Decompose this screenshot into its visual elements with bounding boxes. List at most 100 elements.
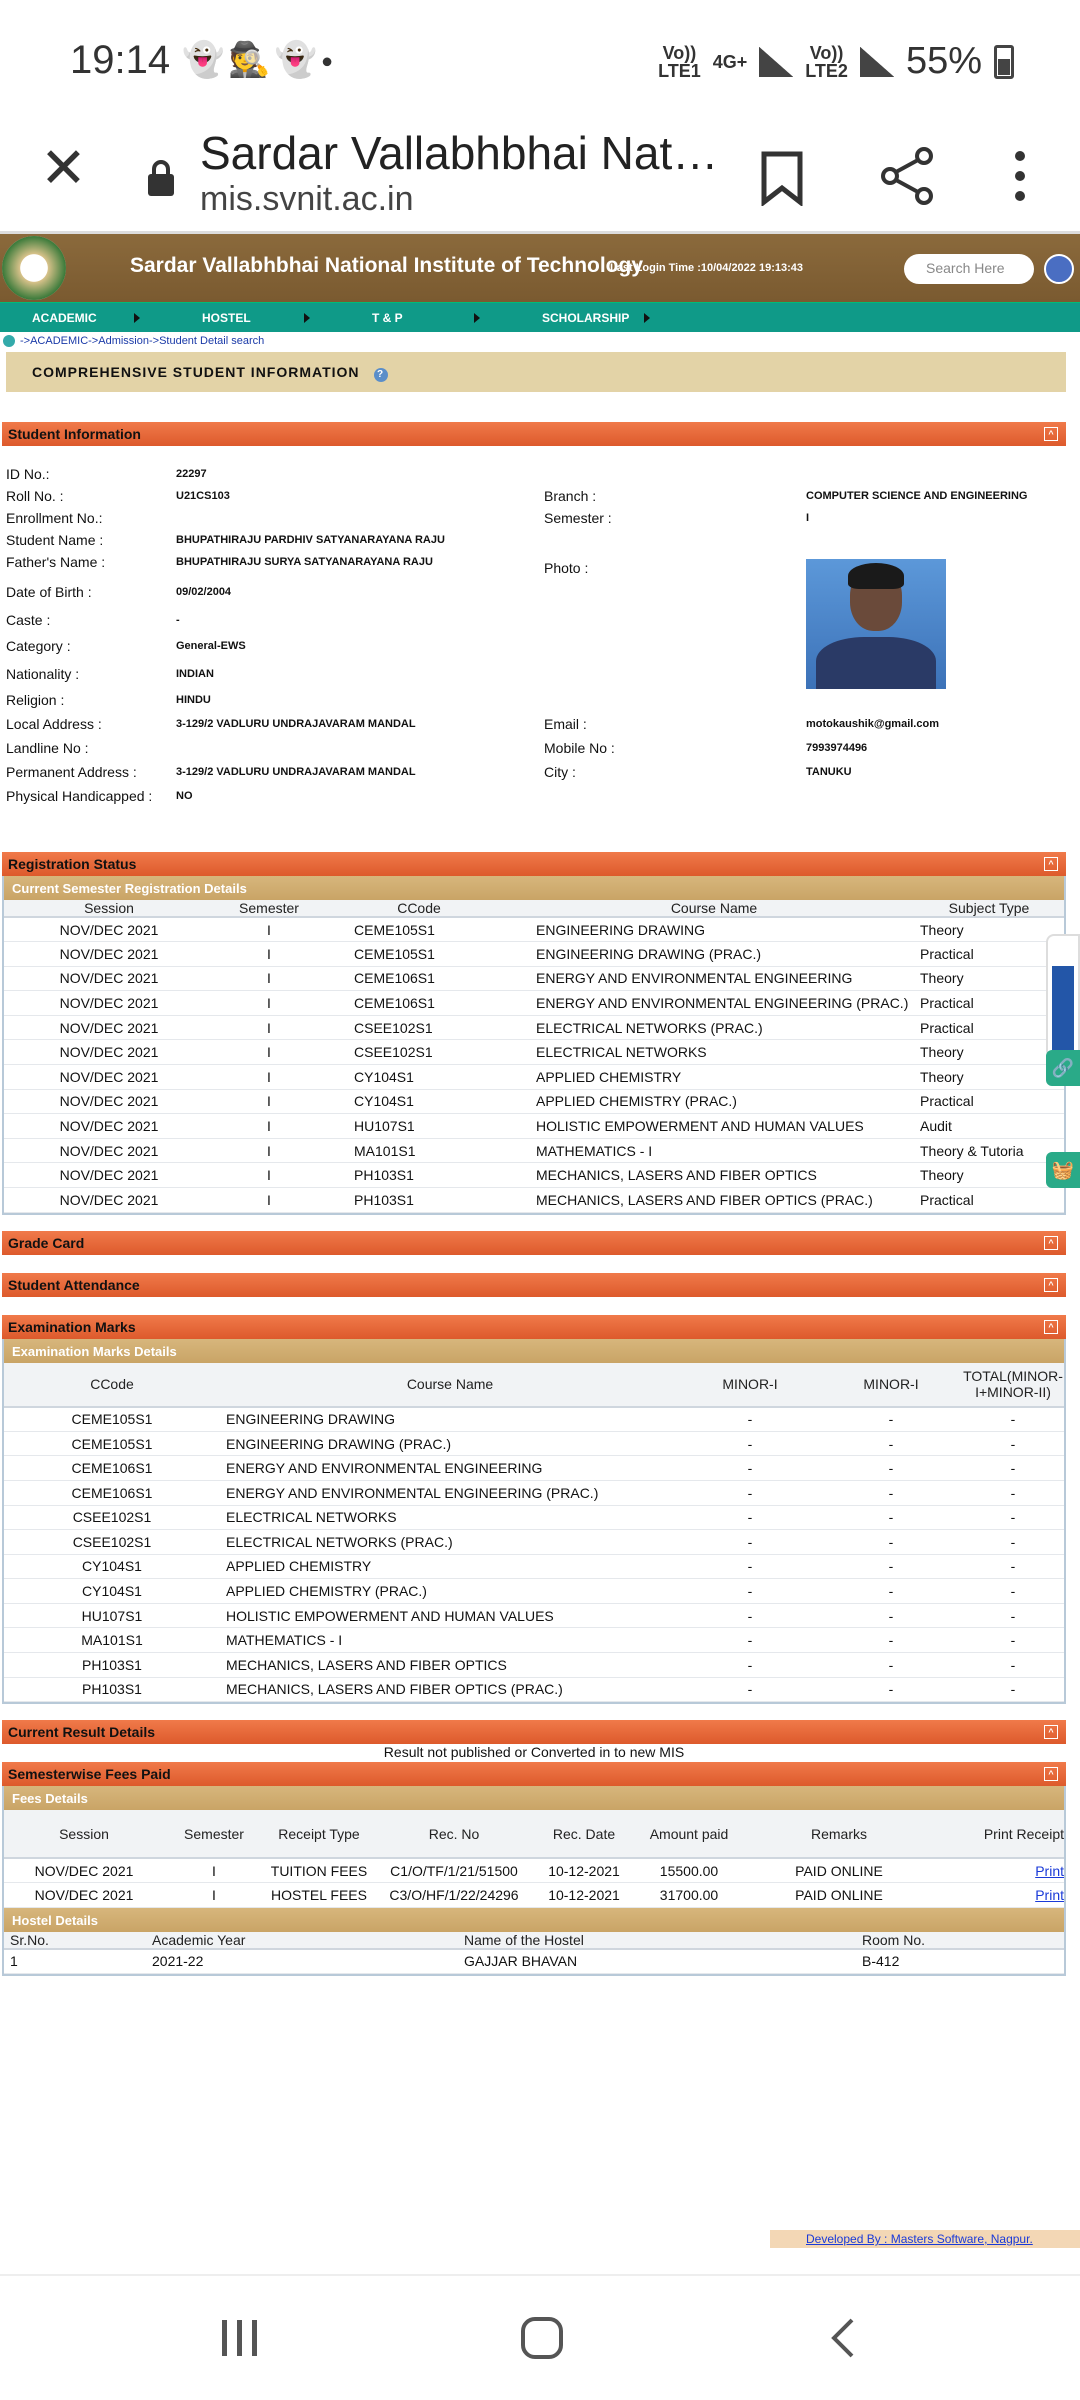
registration-row-cell: I: [214, 1187, 324, 1213]
section-current-result[interactable]: Current Result Details ^: [2, 1720, 1066, 1745]
section-examination-marks[interactable]: Examination Marks ^: [2, 1314, 1066, 1339]
exam-row-cell: -: [962, 1652, 1064, 1678]
breadcrumb-text[interactable]: ->ACADEMIC->Admission->Student Detail se…: [20, 335, 264, 347]
back-icon[interactable]: [828, 2316, 858, 2360]
fees-row-cell: NOV/DEC 2021: [4, 1882, 164, 1908]
fees-panel: Fees Details Session Semester Receipt Ty…: [2, 1786, 1066, 1977]
exam-row: CY104S1 APPLIED CHEMISTRY (PRAC.) - - -: [4, 1578, 1064, 1604]
exam-row: CSEE102S1 ELECTRICAL NETWORKS (PRAC.) - - -: [4, 1529, 1064, 1555]
side-banner[interactable]: [1046, 934, 1080, 1058]
section-student-information[interactable]: Student Information ^: [2, 422, 1066, 446]
link-icon[interactable]: 🔗: [1046, 1050, 1080, 1086]
section-title: Examination Marks: [8, 1318, 136, 1335]
collapse-icon[interactable]: ^: [1044, 1725, 1058, 1740]
url-text[interactable]: mis.svnit.ac.in: [200, 180, 414, 219]
section-fees-paid[interactable]: Semesterwise Fees Paid ^: [2, 1762, 1066, 1787]
registration-row-cell: I: [214, 1064, 324, 1090]
nav-scholarship[interactable]: SCHOLARSHIP: [510, 311, 680, 325]
home-icon[interactable]: [3, 335, 15, 347]
exam-row: HU107S1 HOLISTIC EMPOWERMENT AND HUMAN VA…: [4, 1603, 1064, 1629]
nav-hostel[interactable]: HOSTEL: [170, 311, 340, 325]
exam-row-cell: -: [680, 1505, 820, 1531]
fees-table: Session Semester Receipt Type Rec. No Re…: [4, 1810, 1064, 1908]
collapse-icon[interactable]: ^: [1044, 427, 1058, 441]
collapse-icon[interactable]: ^: [1044, 1767, 1058, 1782]
exam-row-cell: -: [680, 1652, 820, 1678]
browser-toolbar: ✕ Sardar Vallabhbhai Nat… mis.svnit.ac.i…: [0, 122, 1080, 234]
main-nav: ACADEMIC HOSTEL T & P SCHOLARSHIP: [0, 302, 1080, 332]
registration-row-cell: HU107S1: [324, 1113, 514, 1139]
collapse-icon[interactable]: ^: [1044, 1277, 1058, 1292]
status-bar: 19:14 👻🕵👻● Vo)) LTE1 4G+ Vo)) LTE2 55%: [0, 0, 1080, 122]
help-icon[interactable]: ?: [373, 368, 388, 382]
dot-icon: ●: [321, 50, 338, 73]
registration-row-cell: ENERGY AND ENVIRONMENTAL ENGINEERING: [514, 966, 914, 992]
exam-row-cell: -: [820, 1480, 962, 1506]
hostel-row: 1 2021-22 GAJJAR BHAVAN B-412: [4, 1948, 1064, 1975]
home-icon[interactable]: [520, 2316, 564, 2360]
registration-row-cell: CEME105S1: [324, 917, 514, 943]
registration-row-cell: MECHANICS, LASERS AND FIBER OPTICS: [514, 1162, 914, 1189]
close-icon[interactable]: ✕: [40, 140, 87, 196]
label-mobile: Mobile No :: [544, 740, 615, 756]
page-title-bar[interactable]: Sardar Vallabhbhai Nat…: [200, 126, 718, 180]
basket-icon[interactable]: 🧺: [1046, 1152, 1080, 1188]
col-course-name: Course Name: [514, 900, 914, 918]
exam-row-cell: CY104S1: [4, 1578, 220, 1604]
footer-credit[interactable]: Developed By : Masters Software, Nagpur.: [770, 2230, 1080, 2248]
exam-row-cell: -: [820, 1578, 962, 1604]
fees-row: NOV/DEC 2021 I HOSTEL FEES C3/O/HF/1/22/242…: [4, 1882, 1064, 1908]
collapse-icon[interactable]: ^: [1044, 857, 1058, 871]
registration-row-cell: APPLIED CHEMISTRY (PRAC.): [514, 1089, 914, 1115]
registration-panel: Current Semester Registration Details Se…: [2, 876, 1066, 1215]
registration-row: NOV/DEC 2021 I PH103S1 MECHANICS, LASERS AN…: [4, 1162, 1064, 1189]
section-grade-card[interactable]: Grade Card ^: [2, 1230, 1066, 1255]
col-academic-year: Academic Year: [144, 1931, 456, 1950]
col-semester: Semester: [214, 900, 324, 918]
registration-row-cell: NOV/DEC 2021: [4, 1064, 214, 1090]
value-branch: COMPUTER SCIENCE AND ENGINEERING: [806, 490, 1028, 502]
col-rec-no: Rec. No: [374, 1810, 534, 1860]
section-registration-status[interactable]: Registration Status ^: [2, 852, 1066, 876]
value-email: motokaushik@gmail.com: [806, 718, 939, 730]
fees-row-cell: NOV/DEC 2021: [4, 1858, 164, 1884]
registration-row-cell: PH103S1: [324, 1162, 514, 1189]
registration-row-cell: Theory: [914, 966, 1064, 992]
registration-row: NOV/DEC 2021 I MA101S1 MATHEMATICS - I Theor…: [4, 1138, 1064, 1164]
nav-tp[interactable]: T & P: [340, 311, 510, 325]
collapse-icon[interactable]: ^: [1044, 1319, 1058, 1334]
exam-row-cell: -: [962, 1578, 1064, 1604]
col-session: Session: [4, 1810, 164, 1860]
exam-table: CCode Course Name MINOR-I MINOR-I TOTAL(…: [4, 1362, 1064, 1703]
exam-row-cell: CSEE102S1: [4, 1505, 220, 1531]
registration-row-cell: NOV/DEC 2021: [4, 966, 214, 992]
col-sr-no: Sr.No.: [4, 1931, 144, 1950]
registration-row-cell: MATHEMATICS - I: [514, 1138, 914, 1164]
section-student-attendance[interactable]: Student Attendance ^: [2, 1272, 1066, 1297]
signal-icon: [859, 46, 894, 77]
recent-apps-icon[interactable]: [218, 2318, 262, 2358]
exam-row-cell: ENGINEERING DRAWING (PRAC.): [220, 1431, 680, 1457]
collapse-icon[interactable]: ^: [1044, 1235, 1058, 1250]
registration-row-cell: NOV/DEC 2021: [4, 1113, 214, 1139]
col-receipt-type: Receipt Type: [264, 1810, 374, 1860]
nav-academic[interactable]: ACADEMIC: [0, 311, 170, 325]
exam-row-cell: -: [680, 1578, 820, 1604]
registration-row-cell: NOV/DEC 2021: [4, 1089, 214, 1115]
registration-row-cell: Theory & Tutoria: [914, 1138, 1064, 1164]
search-input[interactable]: Search Here: [904, 254, 1034, 284]
exam-row-cell: -: [820, 1652, 962, 1678]
more-menu-icon[interactable]: [1010, 148, 1030, 204]
fees-row-cell[interactable]: Print: [934, 1858, 1064, 1884]
exam-row-cell: MECHANICS, LASERS AND FIBER OPTICS: [220, 1652, 680, 1678]
fees-row-cell[interactable]: Print: [934, 1882, 1064, 1908]
exam-row-cell: ENGINEERING DRAWING: [220, 1406, 680, 1432]
bookmark-icon[interactable]: [760, 150, 804, 206]
value-city: TANUKU: [806, 766, 852, 778]
registration-row-cell: NOV/DEC 2021: [4, 1039, 214, 1066]
share-icon[interactable]: [880, 146, 936, 206]
fees-row-cell: I: [164, 1882, 264, 1908]
exam-row-cell: ENERGY AND ENVIRONMENTAL ENGINEERING (PR…: [220, 1480, 680, 1506]
user-avatar[interactable]: [1044, 254, 1074, 284]
exam-row: CEME105S1 ENGINEERING DRAWING (PRAC.) - - -: [4, 1431, 1064, 1457]
